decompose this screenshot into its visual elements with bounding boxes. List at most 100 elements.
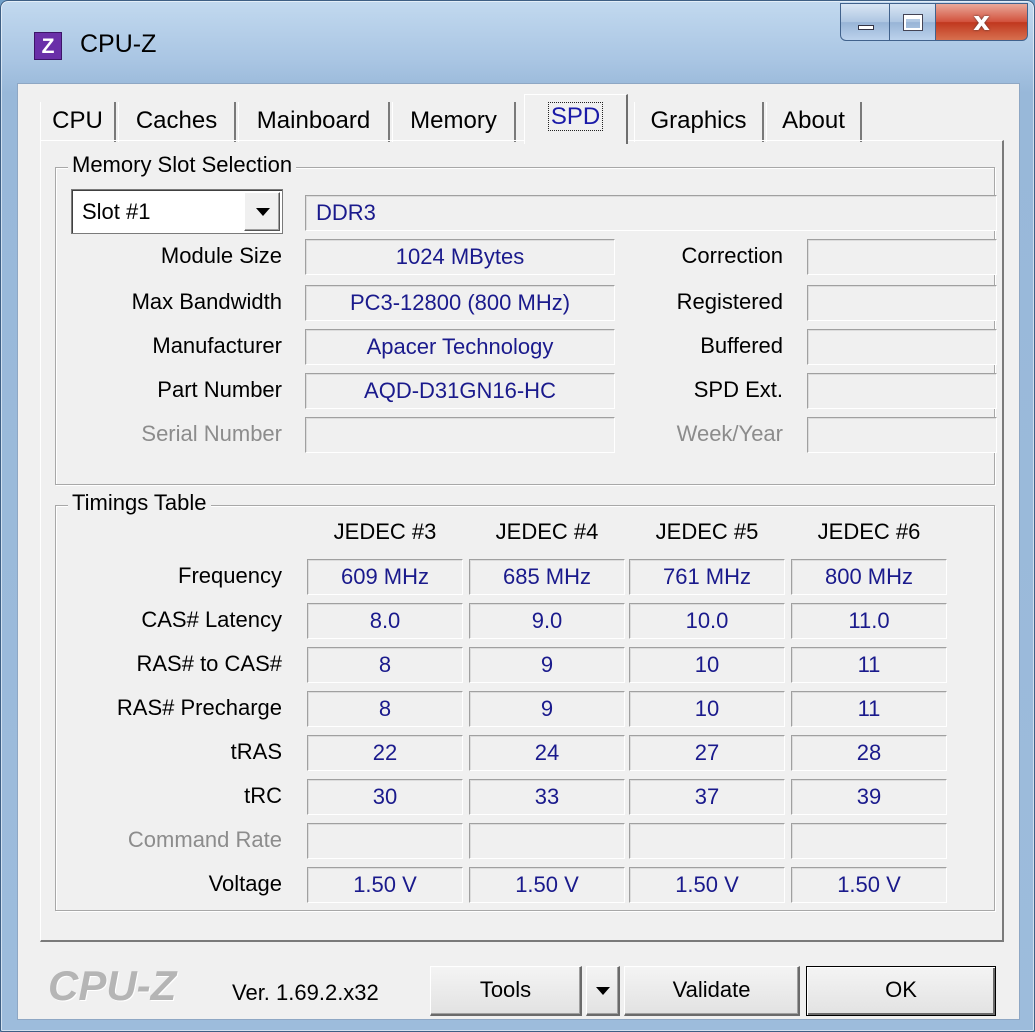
part-number-label: Part Number	[157, 377, 282, 402]
close-button[interactable]: x	[936, 3, 1028, 41]
tab-spd[interactable]: SPD	[524, 94, 628, 144]
timing-cell: 30	[307, 779, 463, 815]
timing-cell: 761 MHz	[629, 559, 785, 595]
minimize-button[interactable]	[840, 3, 890, 41]
timings-col-header: JEDEC #4	[495, 519, 599, 544]
version-text: Ver. 1.69.2.x32	[232, 980, 379, 1005]
timing-row-label: Voltage	[208, 871, 282, 896]
tab-caches[interactable]: Caches	[118, 102, 236, 142]
tab-cpu-label: CPU	[52, 107, 103, 134]
timing-row-label: Frequency	[178, 563, 282, 588]
timing-cell: 10	[629, 647, 785, 683]
close-icon: x	[973, 7, 990, 37]
timing-row-label: Command Rate	[127, 827, 282, 852]
timing-cell: 22	[307, 735, 463, 771]
tab-about-label: About	[782, 107, 845, 134]
tab-graphics[interactable]: Graphics	[634, 102, 764, 142]
tab-caches-label: Caches	[135, 107, 218, 134]
title-bar[interactable]: Z CPU-Z x	[1, 1, 1034, 81]
tab-spd-label: SPD	[547, 102, 604, 131]
slot-select[interactable]: Slot #1	[71, 189, 283, 234]
timing-cell: 33	[469, 779, 625, 815]
timing-cell	[791, 823, 947, 859]
tab-cpu[interactable]: CPU	[40, 102, 116, 142]
tab-memory-label: Memory	[410, 107, 497, 134]
cpuz-app-icon[interactable]: Z	[34, 32, 62, 60]
slot-select-value: Slot #1	[82, 199, 151, 224]
correction-label: Correction	[681, 243, 783, 268]
timing-row-label: tRC	[244, 783, 282, 808]
part-number-field: AQD-D31GN16-HC	[305, 373, 615, 409]
registered-field	[807, 285, 997, 321]
buffered-label: Buffered	[700, 333, 783, 358]
tools-button[interactable]: Tools	[430, 966, 582, 1016]
timing-cell: 27	[629, 735, 785, 771]
timing-row-label: CAS# Latency	[141, 607, 282, 632]
ok-button[interactable]: OK	[806, 966, 996, 1016]
footer-bar: CPU-Z Ver. 1.69.2.x32 Tools Validate OK	[18, 956, 1019, 1016]
memory-type-field: DDR3	[305, 195, 997, 231]
timing-cell: 1.50 V	[469, 867, 625, 903]
timing-cell: 28	[791, 735, 947, 771]
minimize-icon	[858, 25, 874, 30]
timing-cell: 24	[469, 735, 625, 771]
validate-button[interactable]: Validate	[624, 966, 800, 1016]
client-area: CPU Caches Mainboard Memory SPD Graphics…	[17, 83, 1020, 1020]
timing-cell: 11	[791, 691, 947, 727]
timing-cell: 609 MHz	[307, 559, 463, 595]
timing-cell	[307, 823, 463, 859]
slot-dropdown-button[interactable]	[244, 192, 280, 231]
serial-number-field	[305, 417, 615, 453]
memory-slot-group-title: Memory Slot Selection	[68, 152, 297, 178]
maximize-icon	[904, 15, 922, 30]
timing-cell: 39	[791, 779, 947, 815]
timings-col-header: JEDEC #6	[817, 519, 921, 544]
registered-label: Registered	[676, 289, 783, 314]
manufacturer-label: Manufacturer	[152, 333, 282, 358]
tab-memory[interactable]: Memory	[392, 102, 516, 142]
timing-cell: 9	[469, 691, 625, 727]
cpuz-window: Z CPU-Z x CPU Caches Mainboard Memory SP…	[0, 0, 1035, 1032]
tab-about[interactable]: About	[766, 102, 862, 142]
chevron-down-icon	[256, 208, 270, 216]
timing-cell	[629, 823, 785, 859]
chevron-down-icon	[596, 987, 610, 995]
timing-cell: 8	[307, 691, 463, 727]
timing-cell: 8.0	[307, 603, 463, 639]
correction-field	[807, 239, 997, 275]
timing-cell: 800 MHz	[791, 559, 947, 595]
module-size-label: Module Size	[160, 243, 282, 268]
timing-cell: 10.0	[629, 603, 785, 639]
maximize-button[interactable]	[890, 3, 936, 41]
timing-row-label: RAS# to CAS#	[136, 651, 282, 676]
timings-col-header: JEDEC #3	[333, 519, 437, 544]
tab-mainboard[interactable]: Mainboard	[238, 102, 390, 142]
timing-row-label: RAS# Precharge	[116, 695, 282, 720]
cpuz-brand-logo: CPU-Z	[48, 962, 177, 1009]
timings-group-title: Timings Table	[68, 490, 211, 516]
timing-cell: 11.0	[791, 603, 947, 639]
buffered-field	[807, 329, 997, 365]
timing-cell: 9.0	[469, 603, 625, 639]
timing-row-label: tRAS	[230, 739, 282, 764]
timing-cell: 10	[629, 691, 785, 727]
tab-graphics-label: Graphics	[650, 107, 747, 134]
window-controls: x	[840, 3, 1028, 43]
timing-cell: 685 MHz	[469, 559, 625, 595]
timing-cell: 1.50 V	[629, 867, 785, 903]
timing-cell: 1.50 V	[307, 867, 463, 903]
spd-ext-label: SPD Ext.	[693, 377, 783, 402]
week-year-field	[807, 417, 997, 453]
manufacturer-field: Apacer Technology	[305, 329, 615, 365]
timing-cell	[469, 823, 625, 859]
week-year-label: Week/Year	[676, 421, 783, 446]
spd-panel: Memory Slot Selection Slot #1 DDR3 Modul…	[40, 140, 1004, 942]
timing-cell: 1.50 V	[791, 867, 947, 903]
spd-ext-field	[807, 373, 997, 409]
timing-cell: 11	[791, 647, 947, 683]
max-bandwidth-field: PC3-12800 (800 MHz)	[305, 285, 615, 321]
tools-dropdown-button[interactable]	[586, 966, 620, 1016]
timing-cell: 37	[629, 779, 785, 815]
timing-cell: 8	[307, 647, 463, 683]
max-bandwidth-label: Max Bandwidth	[131, 289, 282, 314]
